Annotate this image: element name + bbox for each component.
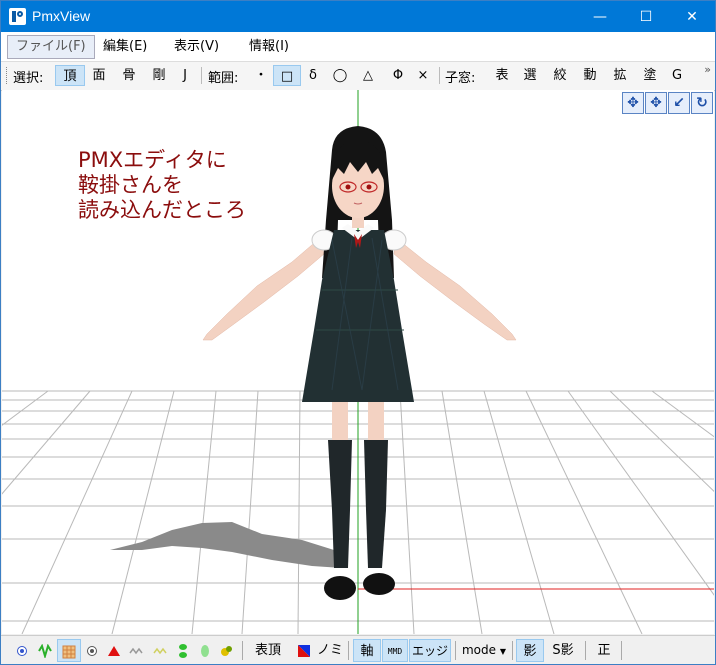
bottom-separator xyxy=(621,641,622,660)
range-label: 範囲: xyxy=(208,71,239,86)
range-triangle-button[interactable]: △ xyxy=(357,65,379,86)
bottom-toolbar: 表頂 ノミ 軸 MMD エッジ mode ▼ 影 S影 正 xyxy=(1,635,715,664)
title-bar: PmxView — ☐ ✕ xyxy=(1,1,715,32)
range-circle-button[interactable]: ◯ xyxy=(329,65,351,86)
color-toggle-icon[interactable] xyxy=(293,639,315,662)
range-point-button[interactable]: ・ xyxy=(251,65,271,86)
right-arm xyxy=(393,237,517,341)
s-shadow-button[interactable]: S影 xyxy=(547,639,579,662)
select-label: 選択: xyxy=(13,71,44,86)
bone-triangle-icon[interactable] xyxy=(104,639,124,662)
mmd-button[interactable]: MMD xyxy=(382,639,408,662)
toolbar-separator xyxy=(201,67,202,84)
bottom-separator xyxy=(455,641,456,660)
left-thigh xyxy=(332,402,348,442)
toolbar: 選択: 頂 面 骨 剛 J 範囲: ・ □ δ ◯ △ Φ × 子窓: 表 選 … xyxy=(1,61,715,91)
close-button[interactable]: ✕ xyxy=(669,1,715,32)
wave-icon[interactable] xyxy=(126,639,148,662)
maximize-button[interactable]: ☐ xyxy=(623,1,669,32)
left-stocking xyxy=(328,440,352,568)
subwindow-select-button[interactable]: 選 xyxy=(519,65,541,86)
subwindow-table-button[interactable]: 表 xyxy=(491,65,513,86)
select-joint-button[interactable]: J xyxy=(175,65,195,86)
green-wire-icon[interactable] xyxy=(34,639,56,662)
shadow-button[interactable]: 影 xyxy=(516,639,544,662)
subwindow-paint-button[interactable]: 塗 xyxy=(639,65,661,86)
axis-button[interactable]: 軸 xyxy=(353,639,381,662)
subwindow-label: 子窓: xyxy=(445,71,476,86)
rigid-body-icon[interactable] xyxy=(173,639,193,662)
select-rigid-button[interactable]: 剛 xyxy=(147,65,171,86)
right-stocking xyxy=(364,440,388,568)
select-face-button[interactable]: 面 xyxy=(87,65,111,86)
right-shoe xyxy=(363,573,395,595)
toolbar-overflow-icon[interactable]: » xyxy=(704,63,711,76)
app-icon xyxy=(9,8,26,25)
bottom-separator xyxy=(348,641,349,660)
minimize-button[interactable]: — xyxy=(577,1,623,32)
3d-viewport[interactable]: PMXエディタに 鞍掛さんを 読み込んだところ ✥ ✥ ↙ ↻ xyxy=(2,90,714,634)
subwindow-move-button[interactable]: 動 xyxy=(579,65,601,86)
nomi-button[interactable]: ノミ xyxy=(317,639,343,662)
edge-button[interactable]: エッジ xyxy=(409,639,451,662)
vertex-dot-icon[interactable] xyxy=(11,639,33,662)
range-rect-button[interactable]: □ xyxy=(273,65,301,86)
range-phi-button[interactable]: Φ xyxy=(387,65,409,86)
right-thigh xyxy=(368,402,384,442)
select-bone-button[interactable]: 骨 xyxy=(117,65,141,86)
front-view-button[interactable]: 正 xyxy=(591,639,617,662)
app-window: PmxView — ☐ ✕ ファイル(F) 編集(E) 表示(V) 情報(I) … xyxy=(0,0,716,665)
menu-bar: ファイル(F) 編集(E) 表示(V) 情報(I) xyxy=(1,32,715,61)
mode-label: mode xyxy=(461,643,497,657)
subwindow-g-button[interactable]: G xyxy=(667,65,687,86)
soft-body-icon[interactable] xyxy=(195,639,215,662)
left-shoe xyxy=(324,576,356,600)
bottom-separator xyxy=(242,641,243,660)
range-delta-button[interactable]: δ xyxy=(303,65,323,86)
dropdown-arrow-icon: ▼ xyxy=(499,647,506,656)
subwindow-scale-button[interactable]: 拡 xyxy=(609,65,631,86)
model-shadow xyxy=(110,522,347,568)
window-title: PmxView xyxy=(32,8,91,24)
joint-icon[interactable] xyxy=(217,639,237,662)
menu-view[interactable]: 表示(V) xyxy=(166,36,227,58)
show-vertex-button[interactable]: 表頂 xyxy=(248,639,288,662)
range-clear-button[interactable]: × xyxy=(413,65,433,86)
mode-dropdown[interactable]: mode ▼ xyxy=(459,639,509,662)
toolbar-separator xyxy=(439,67,440,84)
toolbar-grip[interactable] xyxy=(6,67,10,84)
soft-wave-icon[interactable] xyxy=(150,639,172,662)
texture-grid-icon[interactable] xyxy=(57,639,81,662)
subwindow-filter-button[interactable]: 絞 xyxy=(549,65,571,86)
menu-edit[interactable]: 編集(E) xyxy=(95,36,155,58)
menu-file[interactable]: ファイル(F) xyxy=(7,35,95,59)
bottom-separator xyxy=(585,641,586,660)
bottom-separator xyxy=(512,641,513,660)
record-icon[interactable] xyxy=(82,639,102,662)
select-vertex-button[interactable]: 頂 xyxy=(55,65,85,86)
left-arm xyxy=(202,237,325,341)
character-model[interactable] xyxy=(2,90,714,634)
menu-info[interactable]: 情報(I) xyxy=(241,36,297,58)
